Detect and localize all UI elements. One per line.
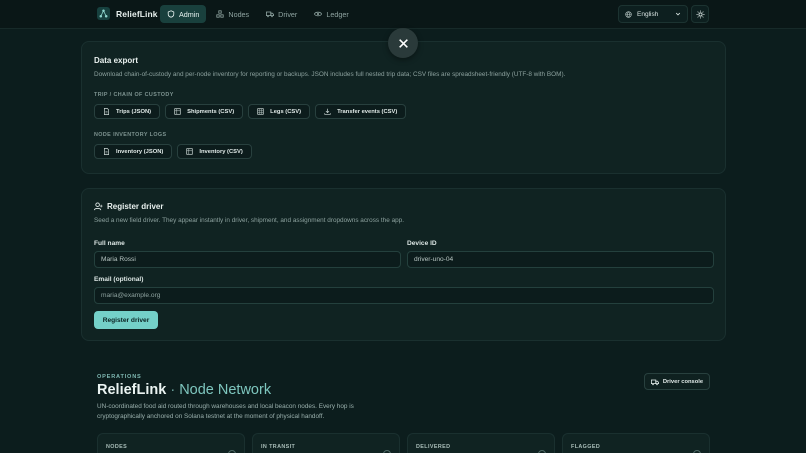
nav-item-label: Nodes bbox=[228, 9, 250, 19]
table-icon bbox=[174, 108, 181, 115]
button-label: Inventory (CSV) bbox=[199, 148, 243, 155]
language-value: English bbox=[637, 10, 659, 18]
stat-card-flagged: FLAGGED bbox=[562, 433, 710, 453]
globe-icon bbox=[625, 10, 632, 18]
page-title: ReliefLink · Node Network bbox=[97, 382, 271, 398]
section-eyebrow: OPERATIONS bbox=[97, 374, 142, 380]
table-icon bbox=[186, 148, 194, 155]
inventory-section-label: NODE INVENTORY LOGS bbox=[94, 132, 167, 138]
page-description: UN-coordinated food aid routed through w… bbox=[97, 403, 354, 420]
nav-item-driver[interactable]: Driver bbox=[259, 5, 304, 23]
theme-toggle-button[interactable] bbox=[691, 5, 709, 23]
nav-item-ledger[interactable]: Ledger bbox=[307, 5, 355, 23]
brand-name: ReliefLink bbox=[116, 8, 158, 19]
stat-card-delivered: DELIVERED bbox=[407, 433, 555, 453]
page-title-separator: · bbox=[170, 382, 176, 398]
email-label: Email (optional) bbox=[94, 276, 144, 283]
export-shipments-csv-button[interactable]: Shipments (CSV) bbox=[165, 104, 244, 119]
nodes-icon bbox=[216, 10, 224, 18]
data-export-title: Data export bbox=[94, 56, 139, 65]
register-driver-title-text: Register driver bbox=[107, 202, 164, 211]
stat-label: IN TRANSIT bbox=[261, 444, 296, 450]
device-id-input[interactable] bbox=[407, 251, 714, 268]
data-export-description: Download chain-of-custody and per-node i… bbox=[94, 71, 566, 78]
export-inventory-csv-button[interactable]: Inventory (CSV) bbox=[177, 144, 252, 159]
register-driver-button[interactable]: Register driver bbox=[94, 311, 158, 329]
data-export-card: Data export Download chain-of-custody an… bbox=[81, 41, 726, 174]
device-id-label: Device ID bbox=[407, 240, 437, 247]
language-select[interactable]: English bbox=[618, 5, 688, 23]
nav-item-admin[interactable]: Admin bbox=[160, 5, 207, 23]
trip-section-label: TRIP / CHAIN OF CUSTODY bbox=[94, 92, 174, 98]
chevron-down-icon bbox=[675, 12, 681, 16]
email-input[interactable] bbox=[94, 287, 714, 304]
stat-label: NODES bbox=[106, 444, 128, 450]
truck-icon bbox=[650, 379, 659, 385]
stat-label: FLAGGED bbox=[571, 444, 601, 450]
driver-console-button[interactable]: Driver console bbox=[644, 373, 710, 390]
export-trips-json-button[interactable]: Trips (JSON) bbox=[94, 104, 161, 119]
close-button[interactable] bbox=[388, 28, 418, 58]
inventory-export-buttons: Inventory (JSON) Inventory (CSV) bbox=[94, 144, 252, 159]
user-plus-icon bbox=[94, 202, 103, 211]
file-icon bbox=[104, 108, 109, 115]
register-driver-title: Register driver bbox=[94, 202, 163, 211]
nav-item-label: Ledger bbox=[326, 9, 349, 19]
page-title-main: ReliefLink bbox=[97, 382, 167, 398]
full-name-label: Full name bbox=[94, 240, 125, 247]
page-title-sub: Node Network bbox=[179, 382, 272, 398]
driver-console-label: Driver console bbox=[662, 378, 704, 385]
export-legs-csv-button[interactable]: Legs (CSV) bbox=[248, 104, 311, 119]
stat-card-nodes: NODES bbox=[97, 433, 245, 453]
stat-label: DELIVERED bbox=[416, 444, 451, 450]
export-inventory-json-button[interactable]: Inventory (JSON) bbox=[94, 144, 173, 159]
download-icon bbox=[324, 108, 331, 115]
button-label: Transfer events (CSV) bbox=[337, 108, 398, 115]
top-navigation-bar: ReliefLink Admin Nodes Driver Ledger Eng… bbox=[0, 0, 806, 29]
button-label: Trips (JSON) bbox=[116, 108, 152, 115]
file-icon bbox=[104, 148, 109, 155]
button-label: Inventory (JSON) bbox=[116, 148, 164, 155]
main-nav: Admin Nodes Driver Ledger bbox=[160, 5, 356, 23]
full-name-input[interactable] bbox=[94, 251, 401, 268]
register-driver-description: Seed a new field driver. They appear ins… bbox=[94, 217, 405, 224]
button-label: Legs (CSV) bbox=[270, 108, 302, 115]
trip-export-buttons: Trips (JSON) Shipments (CSV) Legs (CSV) … bbox=[94, 104, 407, 119]
nav-item-nodes[interactable]: Nodes bbox=[209, 5, 256, 23]
nav-item-label: Driver bbox=[278, 9, 298, 19]
eye-icon bbox=[314, 11, 323, 17]
sun-icon bbox=[695, 9, 705, 19]
brand[interactable]: ReliefLink bbox=[97, 7, 158, 20]
nav-item-label: Admin bbox=[179, 9, 200, 19]
close-icon bbox=[398, 38, 408, 48]
network-icon bbox=[97, 7, 110, 20]
grid-icon bbox=[257, 108, 264, 115]
stat-card-in-transit: IN TRANSIT bbox=[252, 433, 400, 453]
shield-icon bbox=[167, 10, 175, 18]
register-driver-card: Register driver Seed a new field driver.… bbox=[81, 188, 726, 341]
button-label: Shipments (CSV) bbox=[187, 108, 235, 115]
export-transfer-events-csv-button[interactable]: Transfer events (CSV) bbox=[315, 104, 407, 119]
truck-icon bbox=[266, 11, 275, 18]
